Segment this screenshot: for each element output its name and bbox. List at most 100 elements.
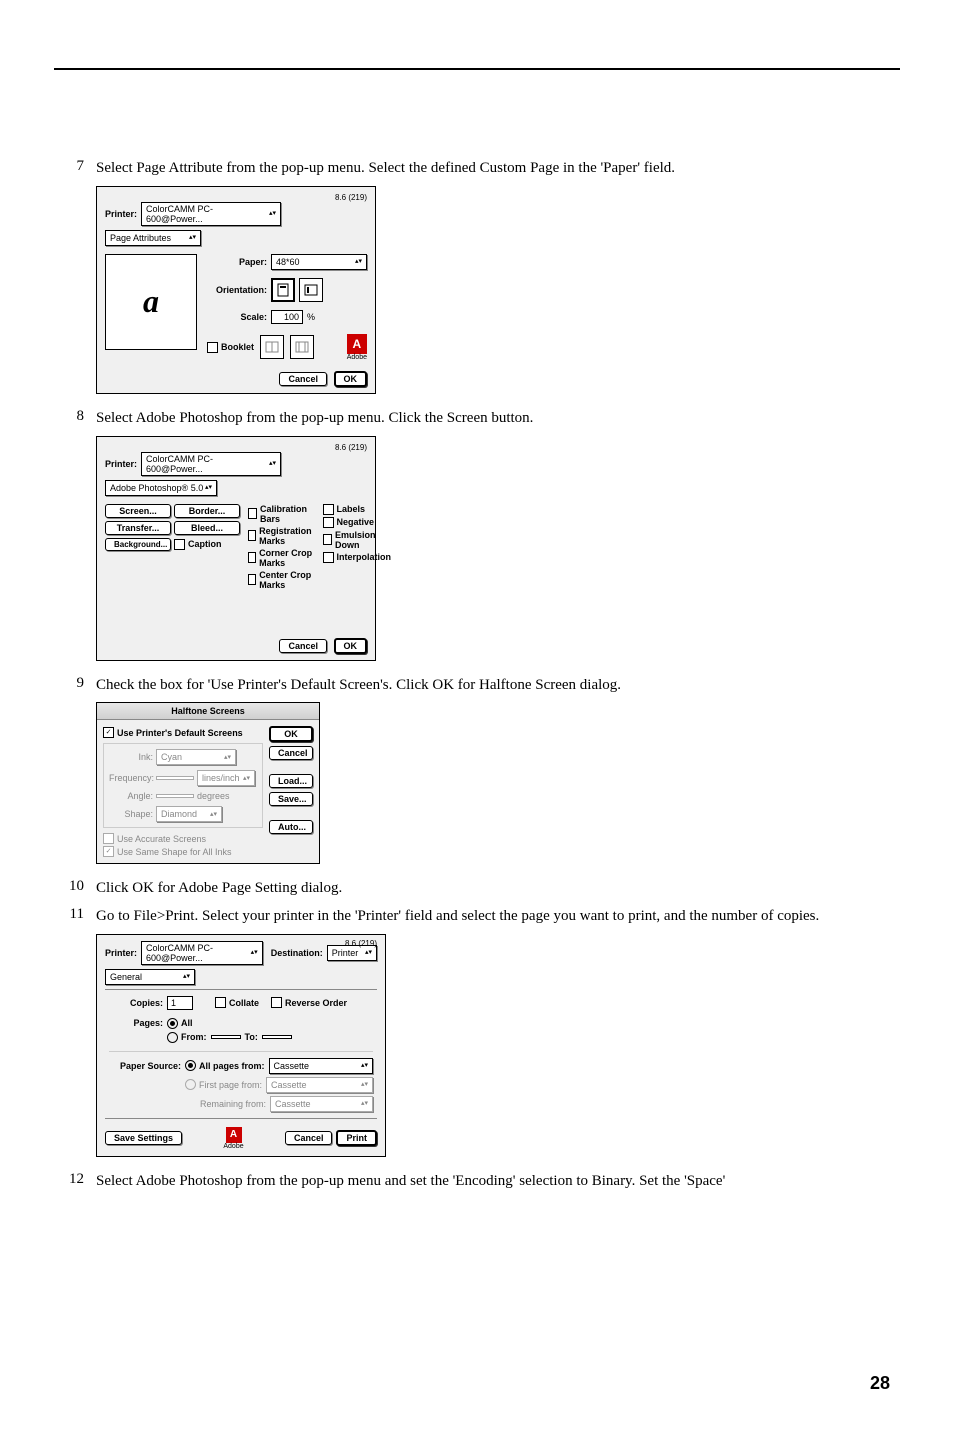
registration-marks-checkbox[interactable]: Registration Marks (248, 526, 315, 546)
adobe-logo-icon: A (226, 1127, 242, 1143)
transfer-button[interactable]: Transfer... (105, 521, 171, 535)
select-arrows-icon: ▴▾ (361, 1081, 368, 1088)
pages-all-radio[interactable]: All (167, 1018, 193, 1029)
from-input[interactable] (211, 1035, 241, 1039)
figure-halftone-screens-dialog: Halftone Screens ✓ Use Printer's Default… (96, 702, 900, 864)
negative-checkbox[interactable]: Negative (323, 517, 392, 528)
orientation-portrait-icon[interactable] (271, 278, 295, 302)
dialog-title: Halftone Screens (97, 703, 319, 720)
printer-label: Printer: (105, 209, 137, 219)
select-arrows-icon: ▴▾ (269, 210, 276, 217)
accurate-screens-checkbox: Use Accurate Screens (103, 833, 263, 844)
collate-checkbox[interactable]: Collate (215, 997, 259, 1008)
step-text: Select Adobe Photoshop from the pop-up m… (96, 1171, 900, 1193)
step-text: Click OK for Adobe Page Setting dialog. (96, 878, 900, 900)
emulsion-down-checkbox[interactable]: Emulsion Down (323, 530, 392, 550)
step-number: 7 (54, 158, 96, 180)
center-crop-marks-checkbox[interactable]: Center Crop Marks (248, 570, 315, 590)
booklet-checkbox[interactable]: Booklet (207, 342, 254, 353)
select-arrows-icon: ▴▾ (269, 460, 276, 467)
labels-checkbox[interactable]: Labels (323, 504, 392, 515)
ink-label: Ink: (109, 752, 153, 762)
pages-from-radio[interactable]: From: (167, 1032, 207, 1043)
ok-button[interactable]: OK (334, 638, 368, 654)
panel-value: Page Attributes (110, 233, 171, 243)
cancel-button[interactable]: Cancel (279, 372, 327, 386)
angle-label: Angle: (109, 791, 153, 801)
page-top-rule (54, 68, 900, 70)
cancel-button[interactable]: Cancel (285, 1131, 333, 1145)
booklet-label: Booklet (221, 342, 254, 352)
reverse-order-checkbox[interactable]: Reverse Order (271, 997, 347, 1008)
select-arrows-icon: ▴▾ (365, 949, 372, 956)
frequency-label: Frequency: (109, 773, 153, 783)
remaining-tray-select: Cassette ▴▾ (270, 1096, 373, 1112)
screen-button[interactable]: Screen... (105, 504, 171, 518)
copies-label: Copies: (109, 998, 163, 1008)
step-number: 9 (54, 675, 96, 697)
adobe-caption: Adobe (347, 354, 367, 361)
border-button[interactable]: Border... (174, 504, 240, 518)
select-arrows-icon: ▴▾ (224, 754, 231, 761)
cancel-button[interactable]: Cancel (269, 746, 313, 760)
shape-label: Shape: (109, 809, 153, 819)
all-pages-tray-select[interactable]: Cassette ▴▾ (269, 1058, 373, 1074)
interpolation-checkbox[interactable]: Interpolation (323, 552, 392, 563)
save-settings-button[interactable]: Save Settings (105, 1131, 182, 1145)
pages-label: Pages: (109, 1018, 163, 1028)
step-text: Go to File>Print. Select your printer in… (96, 906, 900, 928)
to-label: To: (245, 1032, 258, 1042)
select-arrows-icon: ▴▾ (189, 234, 196, 241)
all-pages-from-radio[interactable]: All pages from: (185, 1060, 265, 1071)
corner-crop-marks-checkbox[interactable]: Corner Crop Marks (248, 548, 315, 568)
save-button[interactable]: Save... (269, 792, 313, 806)
printer-select[interactable]: ColorCAMM PC-600@Power... ▴▾ (141, 452, 281, 476)
printer-value: ColorCAMM PC-600@Power... (146, 204, 269, 224)
panel-select[interactable]: General ▴▾ (105, 969, 195, 985)
orientation-landscape-icon[interactable] (299, 278, 323, 302)
to-input[interactable] (262, 1035, 292, 1039)
select-arrows-icon: ▴▾ (243, 775, 250, 782)
load-button[interactable]: Load... (269, 774, 313, 788)
paper-label: Paper: (207, 257, 267, 267)
printer-value: ColorCAMM PC-600@Power... (146, 454, 269, 474)
frequency-input (156, 776, 194, 780)
panel-value: General (110, 972, 142, 982)
ink-select: Cyan ▴▾ (156, 749, 236, 765)
caption-checkbox[interactable]: Caption (174, 539, 222, 550)
paper-value: 48*60 (276, 257, 300, 267)
figure-page-attributes-dialog: 8.6 (219) Printer: ColorCAMM PC-600@Powe… (96, 186, 900, 394)
panel-select[interactable]: Adobe Photoshop® 5.0 ▴▾ (105, 480, 217, 496)
auto-button[interactable]: Auto... (269, 820, 313, 834)
cancel-button[interactable]: Cancel (279, 639, 327, 653)
scale-input[interactable]: 100 (271, 310, 303, 324)
figure-photoshop-options-dialog: 8.6 (219) Printer: ColorCAMM PC-600@Powe… (96, 436, 900, 661)
select-arrows-icon: ▴▾ (251, 949, 258, 956)
use-default-screens-checkbox[interactable]: ✓ Use Printer's Default Screens (103, 727, 243, 738)
step-8: 8 Select Adobe Photoshop from the pop-up… (54, 408, 900, 430)
ok-button[interactable]: OK (269, 726, 313, 742)
preview-glyph: a (143, 283, 159, 320)
printer-select[interactable]: ColorCAMM PC-600@Power... ▴▾ (141, 941, 263, 965)
calibration-bars-checkbox[interactable]: Calibration Bars (248, 504, 315, 524)
select-arrows-icon: ▴▾ (361, 1062, 368, 1069)
angle-input (156, 794, 194, 798)
step-9: 9 Check the box for 'Use Printer's Defau… (54, 675, 900, 697)
print-button[interactable]: Print (336, 1130, 377, 1146)
ok-button[interactable]: OK (334, 371, 368, 387)
background-button[interactable]: Background... (105, 538, 171, 551)
angle-unit: degrees (197, 791, 230, 801)
bleed-button[interactable]: Bleed... (174, 521, 240, 535)
version-label: 8.6 (219) (345, 939, 377, 948)
first-page-from-radio[interactable]: First page from: (185, 1079, 262, 1090)
page-preview: a (105, 254, 197, 350)
booklet-layout-icon-1[interactable] (260, 335, 284, 359)
copies-input[interactable]: 1 (167, 996, 193, 1010)
version-label: 8.6 (219) (105, 443, 367, 452)
panel-select[interactable]: Page Attributes ▴▾ (105, 230, 201, 246)
booklet-layout-icon-2[interactable] (290, 335, 314, 359)
figure-print-dialog: Printer: ColorCAMM PC-600@Power... ▴▾ De… (96, 934, 900, 1157)
adobe-logo-icon: A (347, 334, 367, 354)
paper-select[interactable]: 48*60 ▴▾ (271, 254, 367, 270)
printer-select[interactable]: ColorCAMM PC-600@Power... ▴▾ (141, 202, 281, 226)
